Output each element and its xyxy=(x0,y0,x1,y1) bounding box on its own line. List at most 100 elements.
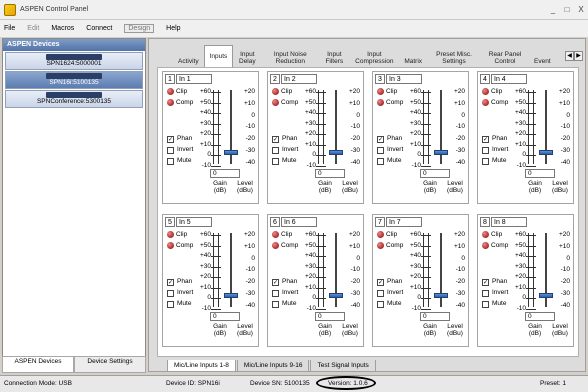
tab-input-compression[interactable]: Input Compression xyxy=(349,49,399,67)
tab-preset-misc-settings[interactable]: Preset Misc. Settings xyxy=(427,49,481,67)
gain-scale-label: -20 xyxy=(455,135,465,143)
gain-scale-label: +10 xyxy=(243,99,255,107)
gain-label: Gain (dB) xyxy=(528,180,542,194)
comp-led-icon xyxy=(272,99,279,106)
invert-checkbox[interactable] xyxy=(167,147,174,154)
channel-name[interactable]: In 5 xyxy=(176,217,212,227)
input-strip: 4 In 4 Clip Comp ✓ Phan Invert Mute +60 +50 +40 +30… xyxy=(477,71,574,204)
gain-fader-knob[interactable] xyxy=(224,150,238,155)
tab-rear-panel-control[interactable]: Rear Panel Control xyxy=(481,49,529,67)
gain-input[interactable]: 0 xyxy=(210,169,240,178)
device-item-selected[interactable]: SPN16i:5100135 xyxy=(5,71,143,89)
close-button[interactable]: X xyxy=(574,5,588,14)
phan-checkbox[interactable]: ✓ xyxy=(377,279,384,286)
mute-checkbox[interactable] xyxy=(377,158,384,165)
gain-fader-knob[interactable] xyxy=(539,293,553,298)
tab-test-signal-inputs[interactable]: Test Signal Inputs xyxy=(310,360,376,372)
connection-mode: Connection Mode: USB xyxy=(4,380,72,387)
phan-checkbox[interactable]: ✓ xyxy=(482,136,489,143)
meter-tick xyxy=(211,266,221,268)
tab-matrix[interactable]: Matrix xyxy=(399,56,427,67)
gain-fader-knob[interactable] xyxy=(539,150,553,155)
channel-name[interactable]: In 6 xyxy=(281,217,317,227)
meter-scale-label: +30 xyxy=(199,262,211,270)
mute-checkbox[interactable] xyxy=(482,158,489,165)
menu-macros[interactable]: Macros xyxy=(51,25,74,32)
tab-mic-line-inputs-1-8[interactable]: Mic/Line Inputs 1-8 xyxy=(167,360,236,372)
gain-input[interactable]: 0 xyxy=(525,169,555,178)
tab-activity[interactable]: Activity xyxy=(173,56,204,67)
device-settings-tab[interactable]: Device Settings xyxy=(74,356,146,373)
phan-checkbox[interactable]: ✓ xyxy=(377,136,384,143)
mute-checkbox[interactable] xyxy=(482,301,489,308)
phan-label: Phan xyxy=(387,278,403,285)
tab-inputs[interactable]: Inputs xyxy=(203,45,234,67)
scroll-left-icon[interactable]: ◀ xyxy=(565,51,574,61)
meter-scale-label: 0 xyxy=(312,294,316,301)
gain-input[interactable]: 0 xyxy=(315,169,345,178)
mute-checkbox[interactable] xyxy=(167,301,174,308)
mute-checkbox[interactable] xyxy=(167,158,174,165)
meter-scale-label: -10 xyxy=(411,161,421,169)
phan-checkbox[interactable]: ✓ xyxy=(167,279,174,286)
mute-checkbox[interactable] xyxy=(272,158,279,165)
gain-input[interactable]: 0 xyxy=(210,312,240,321)
meter-scale-label: +50 xyxy=(304,241,316,249)
invert-checkbox[interactable] xyxy=(482,290,489,297)
tab-mic-line-inputs-9-16[interactable]: Mic/Line Inputs 9-16 xyxy=(236,360,310,372)
gain-input[interactable]: 0 xyxy=(315,312,345,321)
meter-scale-label: +20 xyxy=(199,130,211,137)
tab-input-delay[interactable]: Input Delay xyxy=(233,49,261,67)
gain-input[interactable]: 0 xyxy=(420,312,450,321)
meter-tick xyxy=(316,92,326,93)
channel-name[interactable]: In 8 xyxy=(491,217,527,227)
channel-name[interactable]: In 1 xyxy=(176,74,212,84)
gain-fader-knob[interactable] xyxy=(434,293,448,298)
minimize-button[interactable]: _ xyxy=(546,5,560,14)
level-meter xyxy=(213,90,219,164)
invert-label: Invert xyxy=(177,146,194,153)
level-meter xyxy=(318,90,324,164)
invert-checkbox[interactable] xyxy=(377,147,384,154)
mute-checkbox[interactable] xyxy=(377,301,384,308)
invert-checkbox[interactable] xyxy=(272,290,279,297)
menu-help[interactable]: Help xyxy=(166,25,180,32)
channel-name[interactable]: In 7 xyxy=(386,217,422,227)
gain-input[interactable]: 0 xyxy=(420,169,450,178)
gain-scale-label: 0 xyxy=(461,111,465,119)
phan-checkbox[interactable]: ✓ xyxy=(272,279,279,286)
channel-name[interactable]: In 4 xyxy=(491,74,527,84)
scroll-right-icon[interactable]: ▶ xyxy=(574,51,583,61)
menu-file[interactable]: File xyxy=(4,25,15,32)
gain-scale-label: -20 xyxy=(455,278,465,286)
gain-fader-knob[interactable] xyxy=(224,293,238,298)
phan-checkbox[interactable]: ✓ xyxy=(482,279,489,286)
clip-label: Clip xyxy=(491,88,503,95)
invert-checkbox[interactable] xyxy=(167,290,174,297)
meter-tick xyxy=(526,165,536,167)
channel-name[interactable]: In 3 xyxy=(386,74,422,84)
phan-checkbox[interactable]: ✓ xyxy=(167,136,174,143)
invert-checkbox[interactable] xyxy=(272,147,279,154)
mute-checkbox[interactable] xyxy=(272,301,279,308)
aspen-devices-tab[interactable]: ASPEN Devices xyxy=(2,356,74,373)
invert-checkbox[interactable] xyxy=(377,290,384,297)
menu-connect[interactable]: Connect xyxy=(86,25,112,32)
device-item[interactable]: SPNConference:5300135 xyxy=(5,90,143,108)
invert-checkbox[interactable] xyxy=(482,147,489,154)
gain-fader-knob[interactable] xyxy=(329,293,343,298)
maximize-button[interactable]: □ xyxy=(560,5,574,14)
tab-input-noise-reduction[interactable]: Input Noise Reduction xyxy=(261,49,319,67)
menu-edit[interactable]: Edit xyxy=(27,25,39,32)
channel-number: 3 xyxy=(375,74,385,84)
invert-label: Invert xyxy=(387,146,404,153)
gain-input[interactable]: 0 xyxy=(525,312,555,321)
gain-fader-knob[interactable] xyxy=(329,150,343,155)
menu-design[interactable]: Design xyxy=(124,24,155,33)
device-item[interactable]: SPN1624:5000001 xyxy=(5,52,143,70)
gain-fader-knob[interactable] xyxy=(434,150,448,155)
channel-name[interactable]: In 2 xyxy=(281,74,317,84)
tab-input-filters[interactable]: Input Filters xyxy=(319,49,349,67)
phan-checkbox[interactable]: ✓ xyxy=(272,136,279,143)
tab-events[interactable]: Events xyxy=(529,56,551,67)
